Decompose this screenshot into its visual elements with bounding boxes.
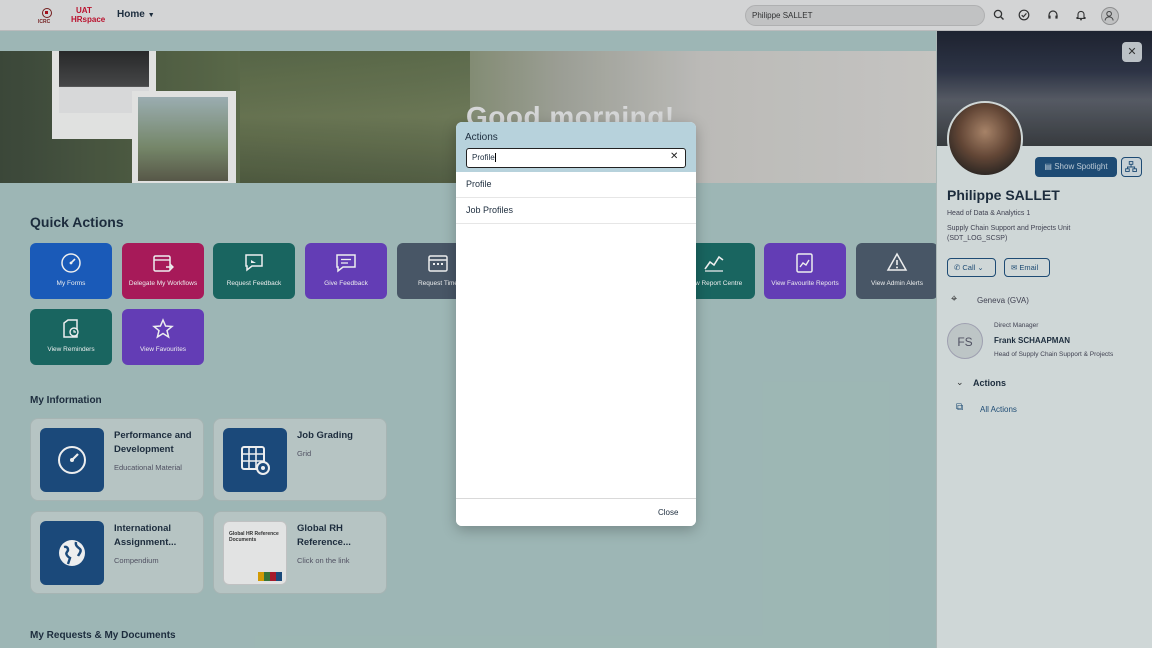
dialog-header: Actions Profile ✕ (456, 122, 696, 172)
dialog-title: Actions (465, 132, 498, 143)
actions-search-input[interactable]: Profile (466, 148, 686, 168)
text-cursor (494, 153, 496, 163)
search-value: Profile (472, 153, 495, 162)
action-result-item[interactable]: Profile (456, 172, 696, 198)
actions-dialog: Actions Profile ✕ Profile Job Profiles C… (456, 122, 696, 526)
clear-search-icon[interactable]: ✕ (670, 151, 678, 162)
action-result-item[interactable]: Job Profiles (456, 198, 696, 224)
dialog-close-button[interactable]: Close (658, 508, 678, 517)
